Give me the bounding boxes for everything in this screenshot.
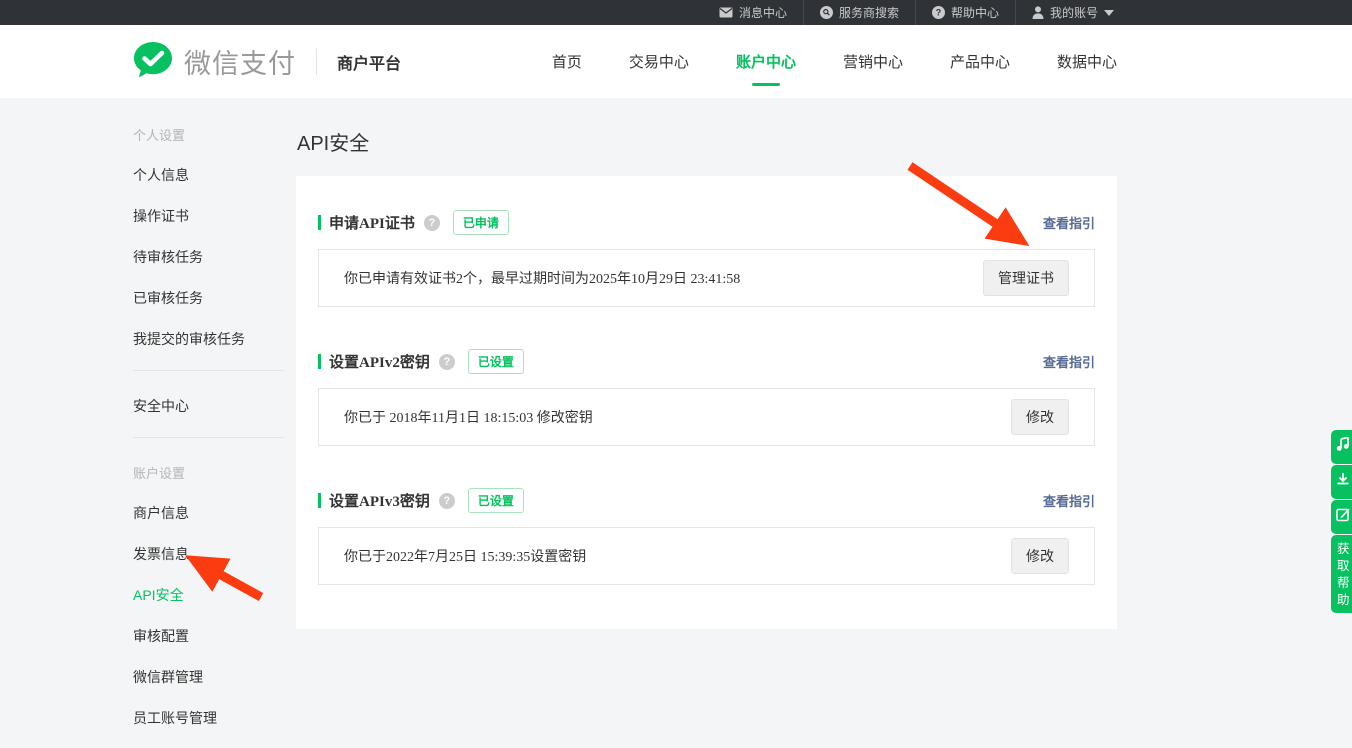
modify-apiv3-key-button[interactable]: 修改 — [1011, 538, 1069, 574]
service-provider-search-label: 服务商搜索 — [839, 4, 899, 21]
sidebar-item-pending-review-tasks[interactable]: 待审核任务 — [133, 247, 296, 267]
apiv3-key-info-box: 你已于2022年7月25日 15:39:35设置密钥 修改 — [318, 527, 1095, 585]
main-content: API安全 申请API证书 ? 已申请 查看指引 你已申请有效证书2个，最早过期… — [296, 125, 1117, 748]
api-security-card: 申请API证书 ? 已申请 查看指引 你已申请有效证书2个，最早过期时间为202… — [296, 176, 1117, 629]
search-circle-icon — [820, 6, 833, 19]
download-icon — [1336, 472, 1350, 492]
get-help-button[interactable]: 获取帮助 — [1331, 535, 1352, 613]
status-badge: 已申请 — [453, 210, 509, 235]
apiv3-key-status-text: 你已于2022年7月25日 15:39:35设置密钥 — [344, 546, 586, 566]
sidebar-item-security-center[interactable]: 安全中心 — [133, 396, 296, 416]
help-center-label: 帮助中心 — [951, 4, 999, 21]
sidebar-item-operation-certificate[interactable]: 操作证书 — [133, 206, 296, 226]
floating-help-widget: 获取帮助 — [1331, 430, 1352, 613]
view-guide-link[interactable]: 查看指引 — [1043, 352, 1095, 371]
sidebar-divider — [133, 437, 284, 438]
user-icon — [1032, 6, 1044, 19]
sidebar: 个人设置 个人信息 操作证书 待审核任务 已审核任务 我提交的审核任务 安全中心… — [133, 125, 296, 748]
page-title: API安全 — [297, 127, 1117, 156]
section-apply-api-certificate: 申请API证书 ? 已申请 查看指引 你已申请有效证书2个，最早过期时间为202… — [318, 210, 1095, 307]
header-divider — [316, 49, 317, 75]
sidebar-item-merchant-info[interactable]: 商户信息 — [133, 503, 296, 523]
help-tooltip-icon[interactable]: ? — [424, 215, 440, 231]
section-apiv2-key: 设置APIv2密钥 ? 已设置 查看指引 你已于 2018年11月1日 18:1… — [318, 349, 1095, 446]
status-badge: 已设置 — [468, 349, 524, 374]
section-title: 设置APIv3密钥 — [329, 490, 430, 511]
floating-button-3[interactable] — [1331, 500, 1352, 534]
wechat-pay-logo[interactable]: 微信支付 — [133, 41, 296, 83]
section-accent-bar — [318, 493, 321, 508]
page-body: 个人设置 个人信息 操作证书 待审核任务 已审核任务 我提交的审核任务 安全中心… — [0, 98, 1352, 748]
sidebar-item-staff-account-management[interactable]: 员工账号管理 — [133, 708, 296, 728]
floating-button-2[interactable] — [1331, 465, 1352, 499]
sidebar-section-account-settings: 账户设置 — [133, 463, 296, 482]
section-apiv3-key: 设置APIv3密钥 ? 已设置 查看指引 你已于2022年7月25日 15:39… — [318, 488, 1095, 585]
sidebar-item-my-submitted-review-tasks[interactable]: 我提交的审核任务 — [133, 329, 296, 349]
section-title: 设置APIv2密钥 — [329, 351, 430, 372]
logo-wordmark: 微信支付 — [184, 42, 296, 81]
help-circle-icon: ? — [932, 6, 945, 19]
floating-button-1[interactable] — [1331, 430, 1352, 464]
certificate-info-box: 你已申请有效证书2个，最早过期时间为2025年10月29日 23:41:58 管… — [318, 249, 1095, 307]
sidebar-item-reviewed-tasks[interactable]: 已审核任务 — [133, 288, 296, 308]
music-note-icon — [1336, 437, 1350, 457]
wechat-bubble-icon — [133, 41, 173, 83]
service-provider-search-link[interactable]: 服务商搜索 — [803, 0, 915, 25]
sidebar-item-invoice-info[interactable]: 发票信息 — [133, 544, 296, 564]
message-center-link[interactable]: 消息中心 — [703, 0, 803, 25]
svg-text:?: ? — [936, 8, 942, 18]
nav-item-data-center[interactable]: 数据中心 — [1057, 45, 1117, 78]
help-tooltip-icon[interactable]: ? — [439, 354, 455, 370]
view-guide-link[interactable]: 查看指引 — [1043, 491, 1095, 510]
section-accent-bar — [318, 215, 321, 230]
edit-icon — [1336, 507, 1350, 527]
site-header: 微信支付 商户平台 首页 交易中心 账户中心 营销中心 产品中心 数据中心 — [0, 25, 1352, 98]
nav-item-account-center[interactable]: 账户中心 — [736, 45, 796, 78]
apiv2-key-info-box: 你已于 2018年11月1日 18:15:03 修改密钥 修改 — [318, 388, 1095, 446]
status-badge: 已设置 — [468, 488, 524, 513]
section-accent-bar — [318, 354, 321, 369]
nav-item-transaction-center[interactable]: 交易中心 — [629, 45, 689, 78]
help-center-link[interactable]: ? 帮助中心 — [915, 0, 1015, 25]
certificate-status-text: 你已申请有效证书2个，最早过期时间为2025年10月29日 23:41:58 — [344, 268, 740, 288]
my-account-label: 我的账号 — [1050, 4, 1098, 21]
my-account-menu[interactable]: 我的账号 — [1015, 0, 1130, 25]
nav-item-product-center[interactable]: 产品中心 — [950, 45, 1010, 78]
sidebar-section-personal-settings: 个人设置 — [133, 125, 296, 144]
manage-certificate-button[interactable]: 管理证书 — [983, 260, 1069, 296]
view-guide-link[interactable]: 查看指引 — [1043, 213, 1095, 232]
nav-item-marketing-center[interactable]: 营销中心 — [843, 45, 903, 78]
portal-label: 商户平台 — [337, 50, 401, 74]
top-utility-bar: 消息中心 服务商搜索 ? 帮助中心 我的账号 — [0, 0, 1352, 25]
nav-item-home[interactable]: 首页 — [552, 45, 582, 78]
sidebar-item-personal-info[interactable]: 个人信息 — [133, 165, 296, 185]
section-title: 申请API证书 — [329, 212, 415, 233]
apiv2-key-status-text: 你已于 2018年11月1日 18:15:03 修改密钥 — [344, 407, 593, 427]
caret-down-icon — [1104, 10, 1114, 16]
sidebar-item-api-security[interactable]: API安全 — [133, 585, 296, 605]
modify-apiv2-key-button[interactable]: 修改 — [1011, 399, 1069, 435]
sidebar-item-review-config[interactable]: 审核配置 — [133, 626, 296, 646]
primary-nav: 首页 交易中心 账户中心 营销中心 产品中心 数据中心 — [552, 45, 1117, 78]
sidebar-item-wechat-group-management[interactable]: 微信群管理 — [133, 667, 296, 687]
message-center-label: 消息中心 — [739, 4, 787, 21]
help-tooltip-icon[interactable]: ? — [439, 493, 455, 509]
sidebar-divider — [133, 370, 284, 371]
mail-icon — [719, 7, 733, 18]
